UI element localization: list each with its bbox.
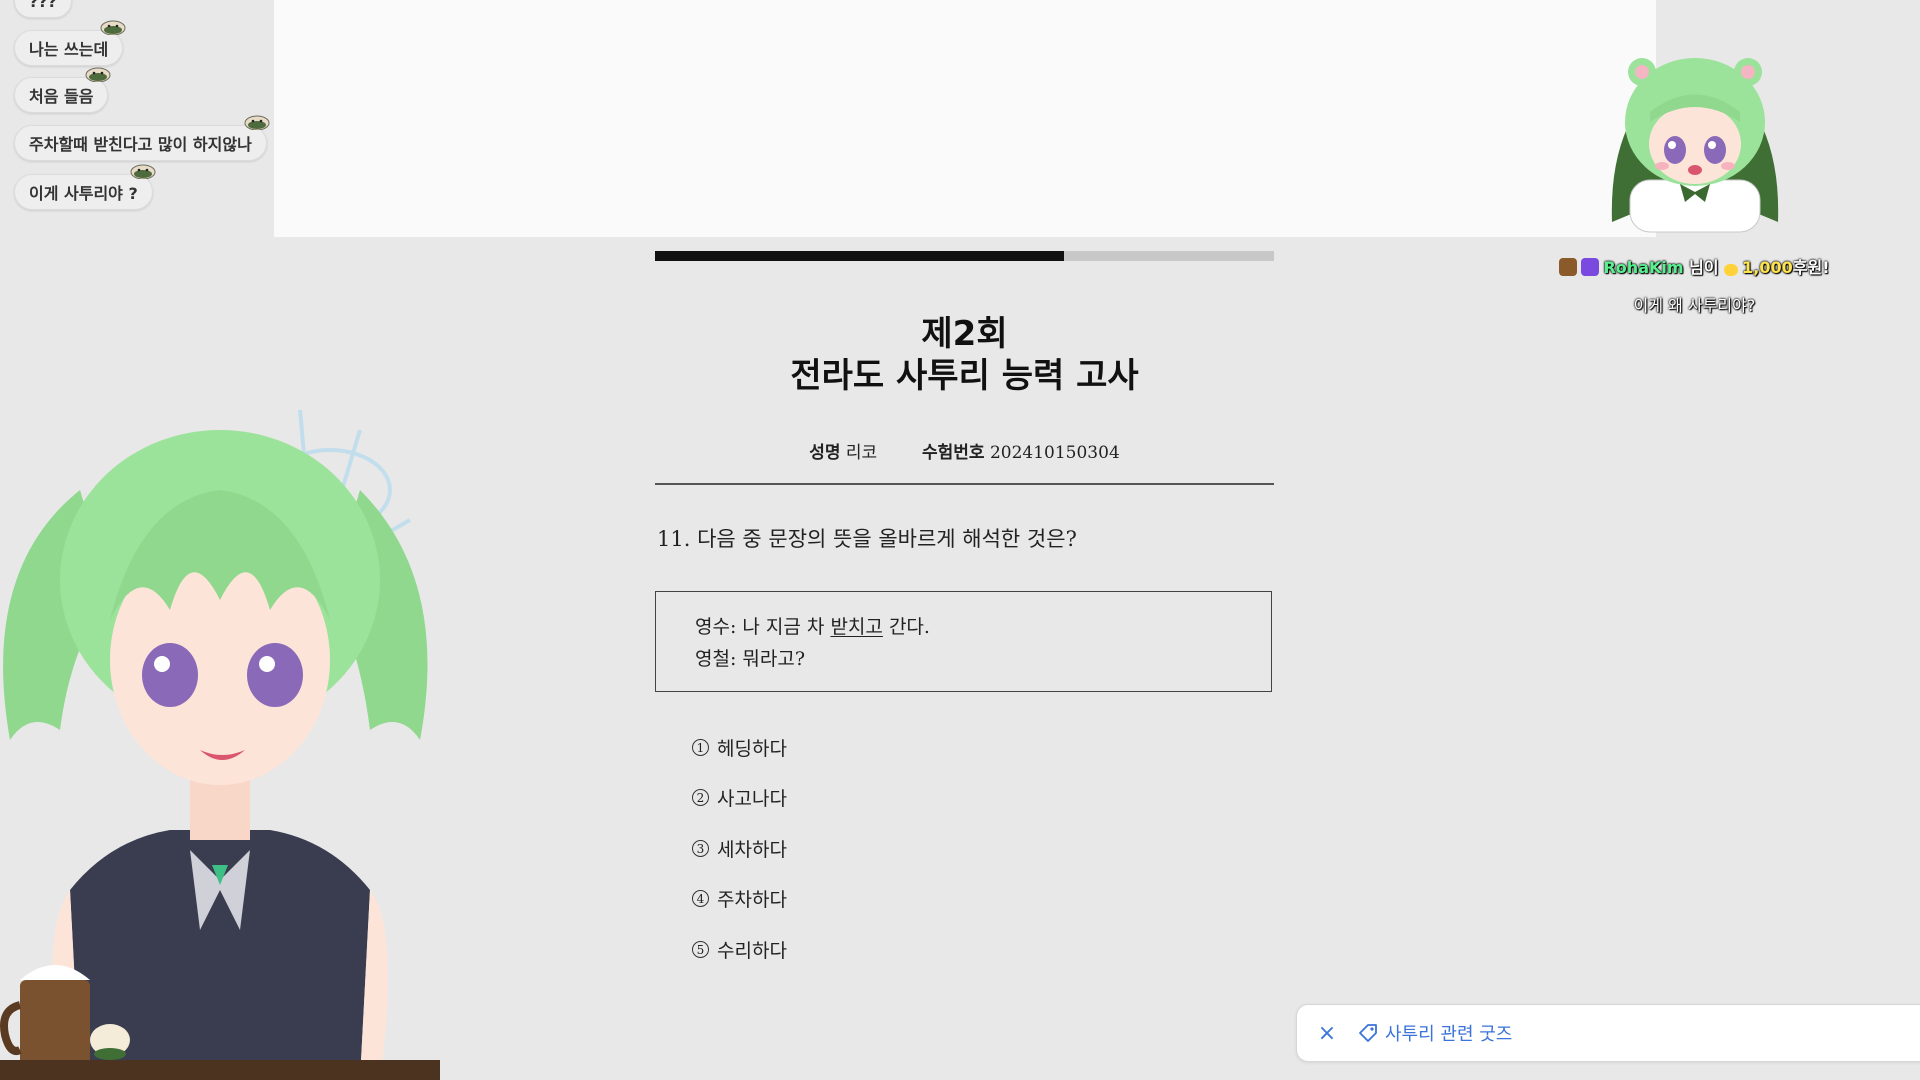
option-number: 4 [692,890,709,907]
answer-option-2[interactable]: 2 사고나다 [692,784,787,811]
chat-message: 처음 들음 [14,67,111,113]
hamster-emote-icon [100,20,126,35]
goods-toast: × 사투리 관련 굿즈 [1296,1004,1920,1062]
dialog-line-2: 영철: 뭐라고? [695,648,806,670]
chat-message: 이게 사투리야 ? [14,164,156,210]
donation-message: 이게 왜 사투리야? [1633,296,1756,315]
answer-option-5[interactable]: 5 수리하다 [692,936,787,963]
dialog-underlined-word: 받치고 [830,616,883,638]
hamster-emote-icon [85,67,111,82]
chat-message-text: 이게 사투리야 ? [29,184,138,203]
answer-option-4[interactable]: 4 주차하다 [692,885,787,912]
donation-suffix: 님이 [1683,258,1725,277]
hamster-emote-icon [130,164,156,179]
option-text: 수리하다 [717,940,787,962]
chat-message-text: 나는 쓰는데 [29,40,109,59]
tag-icon [1359,1024,1377,1042]
dialog-line-1-suffix: 간다. [882,616,930,638]
donor-name: RohaKim [1603,258,1684,277]
donation-amount-suffix: 후원! [1792,258,1830,277]
hamster-emote-icon [244,115,270,130]
chat-overlay: ??? 나는 쓰는데 처음 들음 주차할때 받친다고 많이 하지않나 이게 사투… [0,0,300,220]
heart-badge-icon [1581,258,1600,276]
option-number: 5 [692,941,709,958]
exam-divider [655,483,1274,485]
chat-message: 주차할때 받친다고 많이 하지않나 [14,115,270,161]
chat-message: ??? [14,0,72,18]
option-text: 주차하다 [717,889,787,911]
id-label: 수험번호 [922,443,985,463]
dialog-line-1: 영수: 나 지금 차 받치고 간다. [695,612,930,639]
chat-message-text: 처음 들음 [29,87,94,106]
donation-amount: 1,000 [1742,258,1793,277]
chat-message-text: ??? [29,0,57,11]
name-value: 리코 [845,443,878,463]
close-icon[interactable]: × [1307,1021,1347,1046]
chat-message-text: 주차할때 받친다고 많이 하지않나 [29,135,252,154]
question-text: 11. 다음 중 문장의 뜻을 올바르게 해석한 것은? [657,527,1077,551]
option-text: 세차하다 [717,839,787,861]
examinee-info: 성명 리코 수험번호 202410150304 [655,438,1274,463]
id-value: 202410150304 [989,443,1120,463]
mascot-hamster-girl-icon [1611,58,1779,233]
option-text: 사고나다 [717,788,787,810]
name-label: 성명 [809,443,841,463]
acorn-icon [1559,258,1578,276]
exam-progress-fill [655,251,1064,261]
exam-progress-bar [655,251,1274,261]
goods-link[interactable]: 사투리 관련 굿즈 [1385,1020,1512,1046]
exam-title-name: 전라도 사투리 능력 고사 [790,356,1139,396]
option-number: 2 [692,789,709,806]
answer-option-3[interactable]: 3 세차하다 [692,835,787,862]
option-number: 1 [692,739,709,756]
answer-option-1[interactable]: 1 헤딩하다 [692,734,787,761]
browser-top-panel [274,0,1656,237]
streamer-avatar [0,410,440,1080]
cheese-icon [1724,264,1739,276]
donation-alert: RohaKim 님이 1,000후원! [1552,254,1837,278]
option-text: 헤딩하다 [717,738,787,760]
dialog-line-1-prefix: 영수: 나 지금 차 [695,616,831,638]
dialog-box: 영수: 나 지금 차 받치고 간다. 영철: 뭐라고? [655,591,1272,692]
chat-message: 나는 쓰는데 [14,20,126,66]
option-number: 3 [692,840,709,857]
